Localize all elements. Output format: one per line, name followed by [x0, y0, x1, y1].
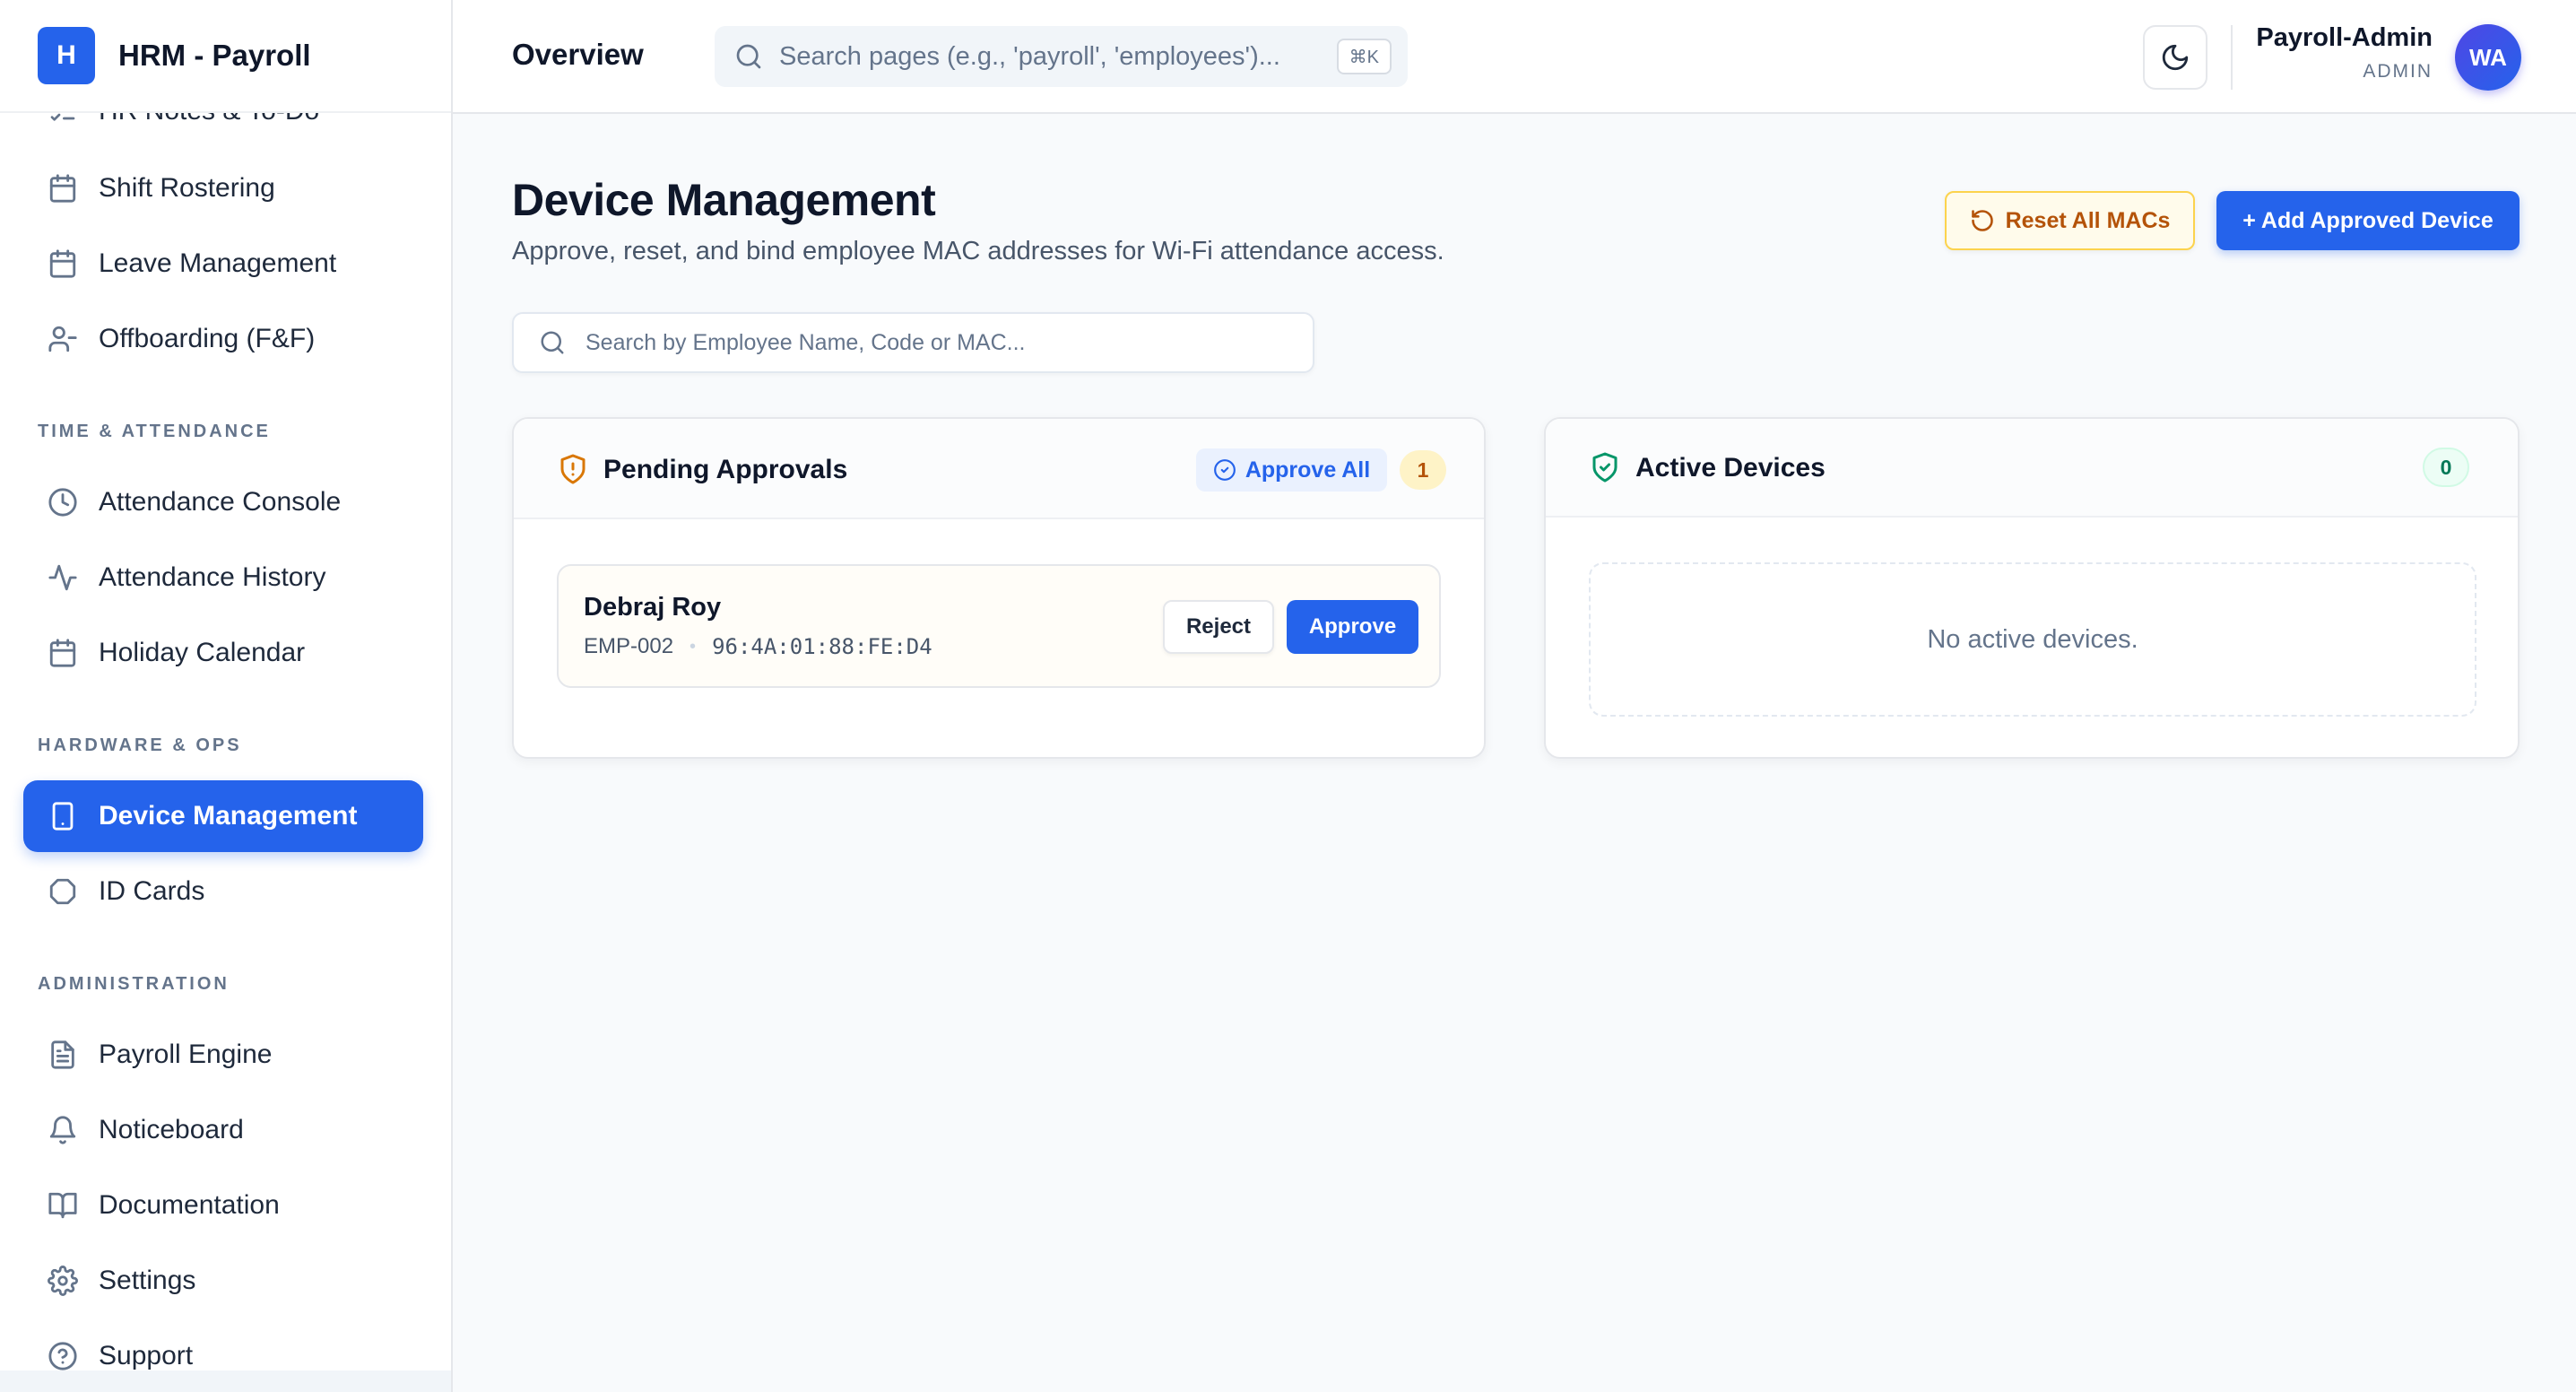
top-header: Overview Search pages (e.g., 'payroll', … [453, 0, 2576, 114]
section-label-hardware-ops: HARDWARE & OPS [38, 735, 242, 755]
file-text-icon [45, 1037, 81, 1073]
pending-approvals-header: Pending Approvals Approve All 1 [514, 419, 1484, 519]
sidebar-item-device-management[interactable]: Device Management [23, 780, 423, 852]
sidebar: HR Notes & To-Do Shift Rostering Leave M… [0, 0, 453, 1392]
approve-all-label: Approve All [1245, 457, 1371, 483]
section-label-administration: ADMINISTRATION [38, 974, 230, 994]
sidebar-item-label: Offboarding (F&F) [99, 324, 316, 353]
sidebar-item-leave-management[interactable]: Leave Management [23, 228, 423, 300]
calendar-icon [45, 246, 81, 282]
sidebar-item-label: Support [99, 1341, 194, 1370]
pending-approvals-card: Pending Approvals Approve All 1 Debraj R… [512, 417, 1486, 759]
section-label-time-attendance: TIME & ATTENDANCE [38, 422, 271, 441]
sidebar-item-attendance-history[interactable]: Attendance History [23, 542, 423, 613]
sidebar-item-shift-rostering[interactable]: Shift Rostering [23, 152, 423, 224]
employee-name: Debraj Roy [584, 593, 722, 622]
device-search-input[interactable]: Search by Employee Name, Code or MAC... [512, 312, 1314, 373]
active-devices-card: Active Devices 0 No active devices. [1544, 417, 2520, 759]
theme-toggle-button[interactable] [2143, 25, 2207, 90]
reset-all-macs-button[interactable]: Reset All MACs [1945, 191, 2195, 250]
approve-all-button[interactable]: Approve All [1196, 448, 1387, 492]
active-count-badge: 0 [2423, 448, 2469, 487]
sidebar-item-label: Attendance History [99, 562, 326, 592]
page-subtitle: Approve, reset, and bind employee MAC ad… [512, 237, 1444, 265]
pending-count-badge: 1 [1400, 450, 1446, 490]
search-placeholder: Search pages (e.g., 'payroll', 'employee… [779, 41, 1280, 71]
brand-name: HRM - Payroll [118, 39, 311, 72]
mac-address: 96:4A:01:88:FE:D4 [712, 634, 932, 659]
pending-approval-row: Debraj Roy EMP-002 • 96:4A:01:88:FE:D4 R… [557, 564, 1441, 688]
avatar[interactable]: WA [2455, 24, 2521, 91]
global-search-input[interactable]: Search pages (e.g., 'payroll', 'employee… [715, 26, 1408, 87]
sidebar-item-label: Shift Rostering [99, 173, 275, 203]
sidebar-item-label: Device Management [99, 801, 358, 831]
sidebar-nav[interactable]: HR Notes & To-Do Shift Rostering Leave M… [0, 0, 451, 1392]
sidebar-item-offboarding[interactable]: Offboarding (F&F) [23, 303, 423, 375]
search-shortcut: ⌘K [1336, 39, 1392, 74]
tablet-icon [45, 798, 81, 834]
reset-all-macs-label: Reset All MACs [2005, 207, 2171, 233]
sidebar-item-label: Payroll Engine [99, 1040, 273, 1069]
shield-alert-icon [557, 453, 589, 490]
calendar-icon [45, 170, 81, 206]
help-circle-icon [45, 1338, 81, 1374]
device-search-placeholder: Search by Employee Name, Code or MAC... [585, 329, 1026, 355]
employee-code: EMP-002 [584, 634, 674, 658]
employee-meta: EMP-002 • 96:4A:01:88:FE:D4 [584, 634, 932, 659]
sidebar-item-payroll-engine[interactable]: Payroll Engine [23, 1019, 423, 1091]
active-devices-title: Active Devices [1635, 453, 1826, 483]
brand-logo: H [38, 27, 95, 84]
sidebar-item-attendance-console[interactable]: Attendance Console [23, 466, 423, 538]
shield-check-icon [1589, 451, 1621, 488]
moon-icon [2160, 42, 2190, 73]
sidebar-item-documentation[interactable]: Documentation [23, 1170, 423, 1241]
sidebar-item-label: Attendance Console [99, 487, 342, 517]
sidebar-item-holiday-calendar[interactable]: Holiday Calendar [23, 617, 423, 689]
header-title: Overview [512, 38, 644, 71]
check-circle-icon [1213, 458, 1236, 482]
book-icon [45, 1188, 81, 1223]
meta-separator: • [690, 636, 697, 657]
clock-icon [45, 484, 81, 520]
header-divider [2231, 25, 2233, 90]
add-approved-device-button[interactable]: + Add Approved Device [2216, 191, 2520, 250]
sidebar-item-label: Documentation [99, 1190, 280, 1220]
brand[interactable]: H HRM - Payroll [0, 0, 451, 113]
search-icon [539, 329, 566, 356]
sidebar-item-label: ID Cards [99, 876, 205, 906]
calendar-icon [45, 635, 81, 671]
bell-icon [45, 1112, 81, 1148]
search-icon [734, 42, 763, 71]
sidebar-item-noticeboard[interactable]: Noticeboard [23, 1094, 423, 1166]
sidebar-item-label: Settings [99, 1266, 196, 1295]
sidebar-item-label: Leave Management [99, 248, 337, 278]
gear-icon [45, 1263, 81, 1299]
user-role: ADMIN [2363, 61, 2433, 82]
empty-state: No active devices. [1589, 562, 2476, 717]
activity-icon [45, 560, 81, 596]
sidebar-item-label: Holiday Calendar [99, 638, 306, 667]
approve-button[interactable]: Approve [1287, 600, 1418, 654]
active-devices-header: Active Devices 0 [1546, 419, 2518, 518]
user-name: Payroll-Admin [2256, 23, 2433, 52]
user-minus-icon [45, 321, 81, 357]
pending-approvals-title: Pending Approvals [603, 455, 848, 484]
sidebar-item-settings[interactable]: Settings [23, 1245, 423, 1317]
circle-icon [45, 874, 81, 909]
sidebar-item-id-cards[interactable]: ID Cards [23, 856, 423, 927]
rotate-ccw-icon [1970, 208, 1995, 233]
reject-button[interactable]: Reject [1163, 600, 1274, 654]
sidebar-item-label: Noticeboard [99, 1115, 244, 1144]
page-title: Device Management [512, 175, 936, 225]
sidebar-footer [0, 1370, 451, 1392]
